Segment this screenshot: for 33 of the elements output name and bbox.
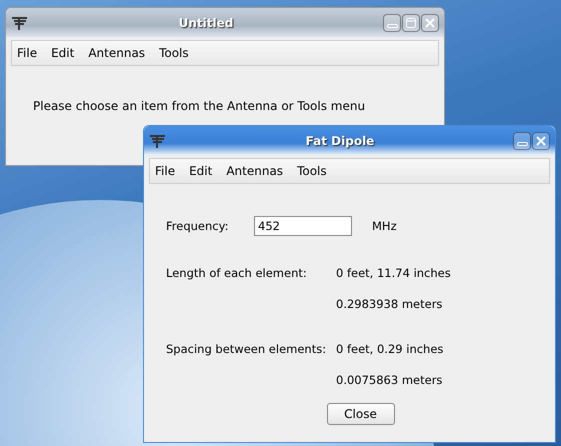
result-label: Spacing between elements: bbox=[166, 342, 328, 358]
minimize-button[interactable] bbox=[383, 14, 401, 32]
close-icon bbox=[424, 16, 436, 28]
result-value: 0 feet, 0.29 inches bbox=[336, 342, 444, 357]
menu-item[interactable]: Edit bbox=[51, 46, 74, 60]
menu-item[interactable]: File bbox=[155, 164, 176, 178]
result-label: Length of each element: bbox=[166, 266, 308, 282]
close-button[interactable]: Close bbox=[326, 403, 394, 425]
frequency-field[interactable]: 452 bbox=[254, 216, 352, 236]
menu-item[interactable]: Tools bbox=[159, 46, 189, 60]
maximize-button[interactable] bbox=[402, 14, 420, 32]
window-title: Fat Dipole bbox=[304, 134, 376, 148]
menu-item[interactable]: Antennas bbox=[226, 164, 284, 178]
menu-item[interactable]: Antennas bbox=[88, 46, 146, 60]
menu-item[interactable]: File bbox=[17, 46, 38, 60]
close-icon bbox=[535, 134, 547, 146]
result-value: 0 feet, 11.74 inches bbox=[336, 266, 451, 281]
minimize-icon bbox=[386, 24, 398, 28]
maximize-icon bbox=[405, 16, 417, 28]
unit-label: MHz bbox=[372, 218, 397, 234]
instruction-text: Please choose an item from the Antenna or Tools menu bbox=[33, 99, 366, 113]
antenna-icon bbox=[149, 134, 167, 148]
menu-item[interactable]: Edit bbox=[189, 164, 212, 178]
frequency-label: Frequency: bbox=[166, 218, 230, 234]
antenna-icon bbox=[11, 16, 29, 30]
close-button[interactable] bbox=[421, 14, 439, 32]
minimize-button[interactable] bbox=[513, 132, 531, 150]
close-button[interactable] bbox=[532, 132, 550, 150]
window-title: Untitled bbox=[178, 16, 234, 30]
menu-item[interactable]: Tools bbox=[297, 164, 327, 178]
result-value: 0.0075863 meters bbox=[336, 373, 444, 388]
result-value: 0.2983938 meters bbox=[336, 297, 444, 312]
minimize-icon bbox=[516, 142, 528, 146]
